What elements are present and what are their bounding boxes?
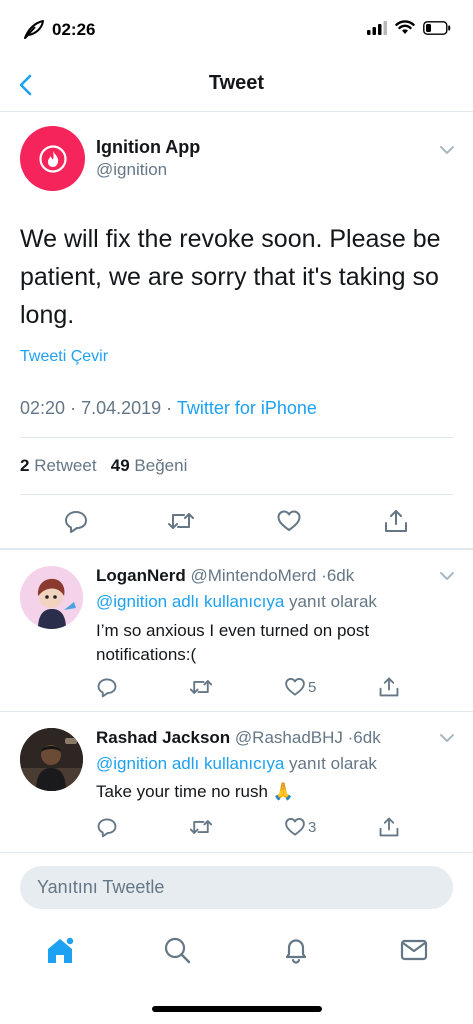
reply-to-suffix: yanıt olarak xyxy=(289,754,377,773)
share-icon xyxy=(379,677,399,697)
status-time: 02:26 xyxy=(52,20,96,39)
flame-logo-icon xyxy=(38,144,67,173)
battery-icon xyxy=(423,20,451,35)
author-name[interactable]: Ignition App xyxy=(96,137,200,158)
retweets-stat[interactable]: 2 Retweet xyxy=(20,456,97,475)
like-icon[interactable] xyxy=(276,508,302,534)
divider xyxy=(20,494,453,495)
reply-compose-box[interactable] xyxy=(20,866,453,909)
reply-header: LoganNerd @MintendoMerd ·6dk xyxy=(96,566,354,586)
avatar[interactable] xyxy=(20,566,83,629)
reply-to-suffix: yanıt olarak xyxy=(289,592,377,611)
home-indicator[interactable] xyxy=(152,1006,322,1012)
tab-home[interactable] xyxy=(40,930,80,970)
like-label: Beğeni xyxy=(134,456,188,475)
retweet-icon xyxy=(189,820,213,834)
retweet-button[interactable] xyxy=(189,816,213,838)
reply-author-name[interactable]: LoganNerd xyxy=(96,566,186,585)
tweet-actions xyxy=(0,508,473,538)
reply-button[interactable] xyxy=(96,816,118,838)
messages-icon xyxy=(400,939,428,961)
share-icon[interactable] xyxy=(383,508,409,534)
tweet-source[interactable]: Twitter for iPhone xyxy=(177,398,317,418)
reply-author-handle[interactable]: @RashadBHJ xyxy=(235,728,343,747)
reply-age: 6dk xyxy=(326,566,355,585)
share-icon xyxy=(379,817,399,837)
feather-icon xyxy=(24,20,44,39)
like-count: 5 xyxy=(308,678,317,696)
retweet-icon xyxy=(189,680,213,694)
like-icon xyxy=(285,678,305,696)
reply-button[interactable] xyxy=(96,676,118,698)
reply-icon xyxy=(97,818,117,838)
avatar-image xyxy=(20,566,83,629)
share-button[interactable] xyxy=(378,676,400,698)
chevron-down-icon[interactable] xyxy=(438,570,456,582)
divider xyxy=(0,852,473,853)
translate-link[interactable]: Tweeti Çevir xyxy=(20,348,108,366)
reply-actions: 3 xyxy=(0,816,473,846)
reply-author-handle[interactable]: @MintendoMerd xyxy=(190,566,316,585)
avatar[interactable] xyxy=(20,728,83,791)
like-button[interactable]: 5 xyxy=(284,676,316,698)
reply-header: Rashad Jackson @RashadBHJ ·6dk xyxy=(96,728,381,748)
meta-separator: · xyxy=(166,398,177,418)
tweet-stats: 2 Retweet 49 Beğeni xyxy=(20,456,187,476)
like-count: 3 xyxy=(308,818,317,836)
reply-to-link[interactable]: @ignition adlı kullanıcıya xyxy=(96,754,284,773)
like-icon xyxy=(285,818,305,836)
reply-context: @ignition adlı kullanıcıya yanıt olarak xyxy=(96,754,377,774)
search-icon xyxy=(164,937,191,964)
avatar-image xyxy=(20,728,83,791)
status-indicators xyxy=(367,20,451,35)
tweet-meta: 02:20 · 7.04.2019 · Twitter for iPhone xyxy=(20,398,317,419)
cellular-signal-icon xyxy=(367,20,387,35)
reply-context: @ignition adlı kullanıcıya yanıt olarak xyxy=(96,592,377,612)
like-count: 49 xyxy=(110,456,130,475)
share-button[interactable] xyxy=(378,816,400,838)
retweet-label: Retweet xyxy=(34,456,97,475)
tweet-date: 7.04.2019 xyxy=(81,398,162,418)
author-handle[interactable]: @ignition xyxy=(96,160,167,180)
status-bar: 02:26 xyxy=(0,0,473,58)
reply-icon[interactable] xyxy=(63,508,89,534)
home-icon xyxy=(48,936,75,963)
tab-bar xyxy=(0,920,473,980)
chevron-down-icon[interactable] xyxy=(438,732,456,744)
reply-icon xyxy=(97,678,117,698)
reply-input[interactable] xyxy=(20,866,453,909)
reply-age: 6dk xyxy=(353,728,381,747)
reply-tweet[interactable]: Rashad Jackson @RashadBHJ ·6dk @ignition… xyxy=(0,712,473,852)
tab-notifications[interactable] xyxy=(276,930,316,970)
retweet-count: 2 xyxy=(20,456,30,475)
retweet-button[interactable] xyxy=(189,676,213,698)
like-button[interactable]: 3 xyxy=(284,816,316,838)
reply-tweet[interactable]: LoganNerd @MintendoMerd ·6dk @ignition a… xyxy=(0,550,473,710)
notifications-icon xyxy=(285,939,307,964)
wifi-icon xyxy=(395,20,415,34)
reply-text: I’m so anxious I even turned on post not… xyxy=(96,621,370,664)
avatar[interactable] xyxy=(20,126,85,191)
reply-author-name[interactable]: Rashad Jackson xyxy=(96,728,230,747)
chevron-down-icon[interactable] xyxy=(438,144,456,156)
reply-text: Take your time no rush 🙏 xyxy=(96,782,294,801)
meta-separator: · xyxy=(70,398,82,418)
retweet-icon[interactable] xyxy=(167,508,195,534)
divider xyxy=(20,437,453,438)
tab-search[interactable] xyxy=(157,930,197,970)
reply-to-link[interactable]: @ignition adlı kullanıcıya xyxy=(96,592,284,611)
tweet-text: We will fix the revoke soon. Please be p… xyxy=(20,225,441,329)
reply-actions: 5 xyxy=(0,676,473,706)
tab-messages[interactable] xyxy=(394,930,434,970)
nav-bar: Tweet xyxy=(0,58,473,112)
tweet-time: 02:20 xyxy=(20,398,66,418)
page-title: Tweet xyxy=(208,72,265,94)
likes-stat[interactable]: 49 Beğeni xyxy=(111,456,188,475)
